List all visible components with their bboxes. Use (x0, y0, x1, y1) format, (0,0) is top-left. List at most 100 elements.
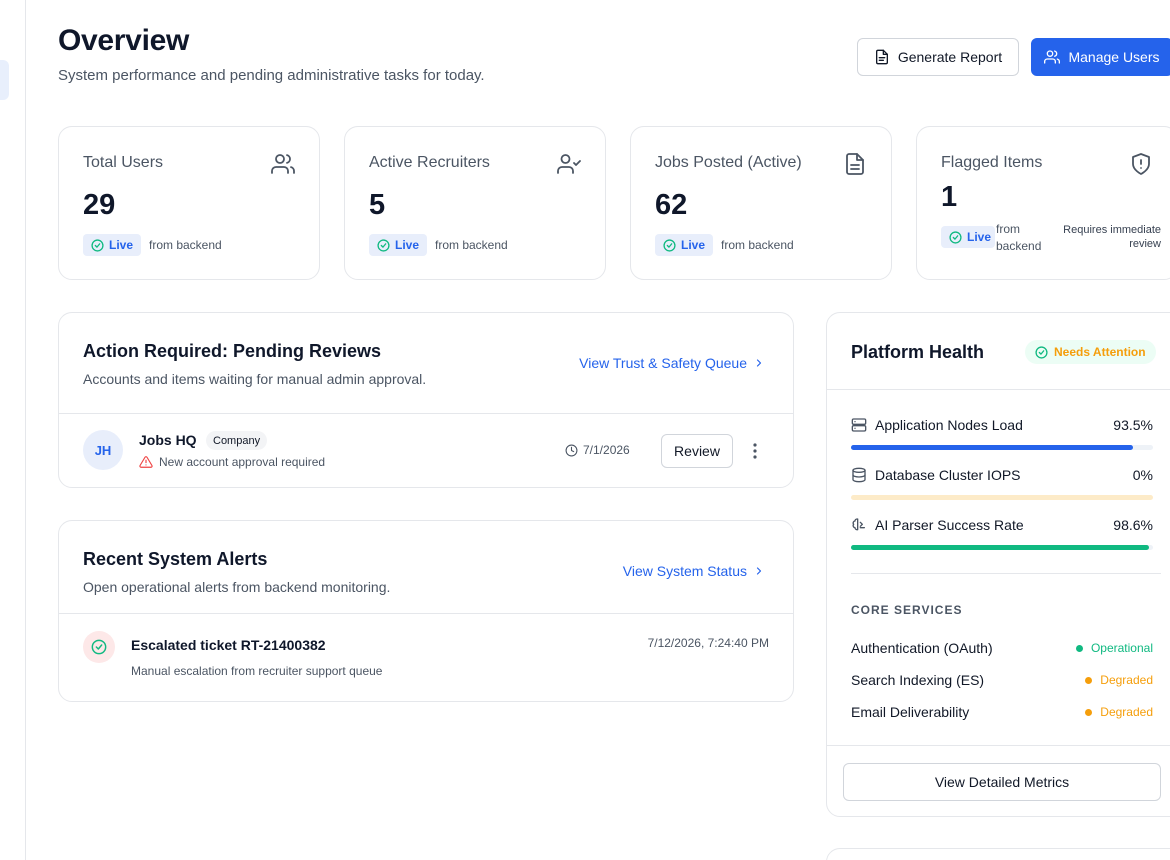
metric-label: AI Parser Success Rate (851, 517, 1024, 533)
check-circle-icon (1035, 345, 1048, 359)
pending-reviews-title: Action Required: Pending Reviews (83, 341, 382, 361)
status-dot (1075, 644, 1083, 652)
check-circle-icon (91, 639, 107, 655)
chevron-right-icon (756, 567, 762, 575)
platform-health-title: Platform Health (851, 342, 985, 362)
document-icon (846, 153, 864, 175)
next-panel (826, 848, 1170, 860)
stat-label: Active Recruiters (369, 154, 490, 171)
live-badge: Live (655, 234, 714, 256)
stat-value: 29 (83, 189, 116, 221)
flagged-note: Requires immediate review (1063, 224, 1161, 250)
metric-value: 98.6% (1113, 517, 1153, 533)
service-status-text: Degraded (1100, 705, 1153, 719)
service-status: Degraded (1085, 673, 1153, 687)
check-circle-icon (377, 238, 390, 252)
avatar: JH (83, 430, 123, 470)
alert-time: 7/12/2026, 7:24:40 PM (647, 636, 769, 650)
status-dot (1085, 708, 1093, 716)
service-status-text: Degraded (1100, 673, 1153, 687)
system-status-link[interactable]: View System Status (623, 563, 765, 579)
divider (827, 745, 1170, 746)
row-message: New account approval required (139, 455, 325, 469)
stat-card-total-users: Total Users 29 Live from backend (58, 126, 320, 280)
generate-report-label: Generate Report (897, 49, 1003, 65)
service-name: Search Indexing (ES) (851, 672, 985, 688)
stat-label: Flagged Items (941, 154, 1043, 171)
health-status-label: Needs Attention (1054, 345, 1146, 359)
health-status-badge: Needs Attention (1025, 340, 1156, 364)
live-badge: Live (83, 234, 142, 256)
service-status-text: Operational (1090, 641, 1153, 655)
stat-source: from backend (149, 238, 222, 252)
divider (59, 613, 793, 614)
divider (851, 573, 1161, 574)
company-tag: Company (206, 431, 268, 450)
metric-label-text: Application Nodes Load (875, 417, 1023, 433)
chevron-right-icon (756, 359, 762, 367)
metric-progress-fill (851, 545, 1149, 550)
live-badge-label: Live (967, 230, 992, 244)
stat-card-active-recruiters: Active Recruiters 5 Live from backend (344, 126, 606, 280)
generate-report-button[interactable]: Generate Report (857, 38, 1019, 76)
metric-progress-fill (851, 445, 1134, 450)
stat-source: from backend (435, 238, 508, 252)
stat-source: from backend (996, 222, 1042, 253)
system-alerts-panel: Recent System Alerts Open operational al… (58, 520, 794, 702)
row-date: 7/1/2026 (565, 443, 630, 457)
warning-triangle-icon (139, 456, 153, 468)
row-name: Jobs HQ (139, 432, 197, 448)
live-badge: Live (941, 226, 996, 248)
stat-value: 5 (369, 189, 386, 221)
system-status-label: View System Status (622, 563, 747, 579)
clock-icon (565, 444, 578, 456)
metric-progress-track (851, 545, 1153, 550)
alert-status-icon (83, 631, 115, 663)
review-button[interactable]: Review (661, 434, 733, 468)
live-badge-label: Live (395, 238, 420, 252)
page-title: Overview (58, 24, 190, 57)
stat-label: Jobs Posted (Active) (655, 154, 802, 171)
core-services-heading: CORE SERVICES (851, 603, 963, 617)
metric-label-text: AI Parser Success Rate (875, 517, 1024, 533)
stat-value: 1 (941, 181, 958, 213)
stat-card-flagged-items: Flagged Items 1 Live from backend Requir… (916, 126, 1170, 280)
check-circle-icon (949, 230, 962, 244)
brain-icon (852, 518, 865, 531)
divider (59, 413, 793, 414)
live-badge-label: Live (109, 238, 134, 252)
stat-card-jobs-posted: Jobs Posted (Active) 62 Live from backen… (630, 126, 892, 280)
metric-progress-track (851, 445, 1153, 450)
stat-value: 62 (655, 189, 688, 221)
database-icon (852, 467, 866, 483)
divider (827, 389, 1170, 390)
check-circle-icon (91, 238, 104, 252)
file-text-icon (875, 49, 888, 65)
more-vertical-icon[interactable] (747, 441, 763, 461)
system-alerts-subtitle: Open operational alerts from backend mon… (83, 579, 391, 595)
platform-health-panel: Platform Health Needs Attention Applicat… (826, 312, 1170, 817)
metric-label: Database Cluster IOPS (851, 467, 1021, 483)
trust-safety-queue-link[interactable]: View Trust & Safety Queue (579, 355, 765, 371)
system-alerts-title: Recent System Alerts (83, 549, 268, 569)
metric-label: Application Nodes Load (851, 417, 1023, 433)
users-icon (271, 154, 295, 174)
view-detailed-metrics-button[interactable]: View Detailed Metrics (843, 763, 1161, 801)
metric-value: 0% (1132, 467, 1153, 483)
live-badge: Live (369, 234, 428, 256)
users-icon (1044, 50, 1061, 64)
shield-alert-icon (1132, 153, 1150, 175)
service-status: Degraded (1085, 705, 1153, 719)
manage-users-button[interactable]: Manage Users (1031, 38, 1170, 76)
row-message-text: New account approval required (159, 455, 326, 469)
stat-source: from backend (721, 238, 794, 252)
status-dot (1085, 676, 1093, 684)
live-badge-label: Live (681, 238, 706, 252)
sidebar-active-indicator[interactable] (0, 60, 9, 100)
row-date-text: 7/1/2026 (583, 443, 630, 457)
service-name: Email Deliverability (851, 704, 970, 720)
check-circle-icon (663, 238, 676, 252)
trust-safety-queue-label: View Trust & Safety Queue (579, 355, 747, 371)
server-icon (851, 418, 867, 432)
sidebar (0, 0, 26, 860)
